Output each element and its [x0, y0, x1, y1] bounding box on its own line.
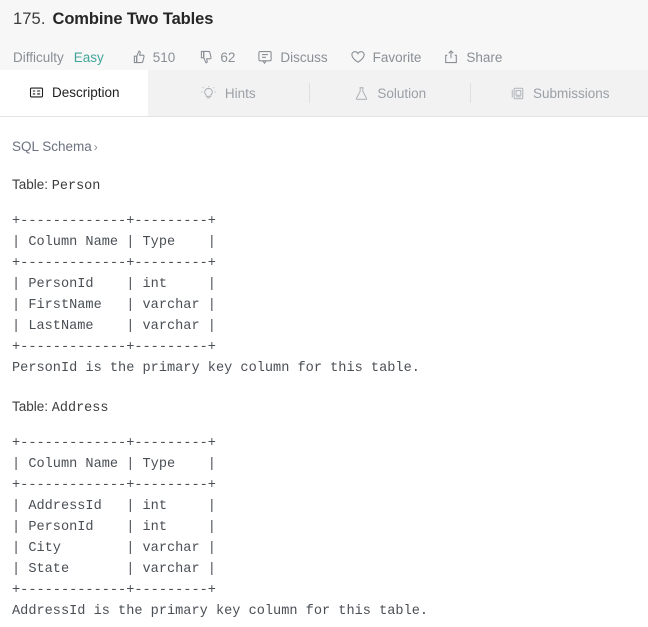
favorite-label: Favorite: [372, 49, 422, 65]
problem-meta-bar: Difficulty Easy 510 62 Discuss Favorite …: [12, 43, 636, 71]
problem-page: 175. Combine Two Tables Difficulty Easy …: [0, 0, 648, 627]
difficulty-label: Difficulty: [13, 50, 64, 65]
difficulty-label-text: Difficulty: [13, 49, 64, 65]
share-icon: [443, 49, 459, 65]
person-primary-key-note: PersonId is the primary key column for t…: [12, 361, 420, 376]
tab-solution-label: Solution: [377, 85, 427, 101]
favorite-button[interactable]: Favorite: [350, 49, 422, 65]
problem-title: Combine Two Tables: [52, 10, 214, 28]
tab-submissions-label: Submissions: [533, 85, 610, 101]
tab-hints[interactable]: Hints: [147, 70, 310, 116]
speech-bubble-icon: [257, 49, 273, 65]
sql-schema-link-wrap: SQL Schema ›: [12, 137, 636, 157]
person-table-heading: Table: Person: [12, 175, 636, 197]
flask-icon: [353, 85, 369, 101]
lightbulb-icon: [201, 85, 217, 101]
address-table-heading: Table: Address: [12, 397, 636, 419]
person-schema-table: +-------------+---------+ | Column Name …: [12, 214, 216, 355]
tab-submissions[interactable]: Submissions: [470, 70, 648, 116]
problem-number: 175.: [13, 10, 46, 28]
address-table-name: Address: [51, 401, 109, 416]
page-title: 175. Combine Two Tables: [12, 10, 636, 38]
likes-count: 510: [152, 49, 176, 65]
share-label: Share: [466, 49, 503, 65]
tab-description-label: Description: [52, 85, 120, 100]
problem-header: 175. Combine Two Tables Difficulty Easy …: [0, 0, 648, 70]
tab-bar: Description Hints Solution Submissions: [0, 70, 648, 117]
sql-schema-link[interactable]: SQL Schema ›: [12, 137, 98, 157]
person-table-prefix: Table:: [12, 177, 52, 192]
tab-description[interactable]: Description: [0, 70, 148, 116]
address-schema-table: +-------------+---------+ | Column Name …: [12, 436, 216, 598]
tab-hints-label: Hints: [224, 85, 256, 101]
sql-schema-link-text: SQL Schema: [12, 139, 92, 154]
dislikes-button[interactable]: 62: [197, 49, 235, 65]
likes-button[interactable]: 510: [130, 49, 176, 65]
share-button[interactable]: Share: [443, 49, 502, 65]
heart-icon: [350, 49, 366, 65]
address-primary-key-note: AddressId is the primary key column for …: [12, 604, 429, 619]
discuss-label: Discuss: [280, 49, 328, 65]
chevron-right-icon: ›: [93, 140, 98, 154]
thumbs-down-icon: [197, 49, 213, 65]
difficulty-badge: Easy: [73, 49, 104, 65]
dislikes-count: 62: [220, 49, 236, 65]
thumbs-up-icon: [130, 49, 146, 65]
discuss-button[interactable]: Discuss: [257, 49, 328, 65]
tab-solution[interactable]: Solution: [310, 70, 470, 116]
description-panel: SQL Schema › Table: Person +-------------…: [0, 117, 648, 622]
description-icon: [28, 85, 44, 101]
person-table-name: Person: [51, 179, 101, 194]
address-table-prefix: Table:: [12, 399, 52, 414]
submissions-icon: [509, 85, 525, 101]
